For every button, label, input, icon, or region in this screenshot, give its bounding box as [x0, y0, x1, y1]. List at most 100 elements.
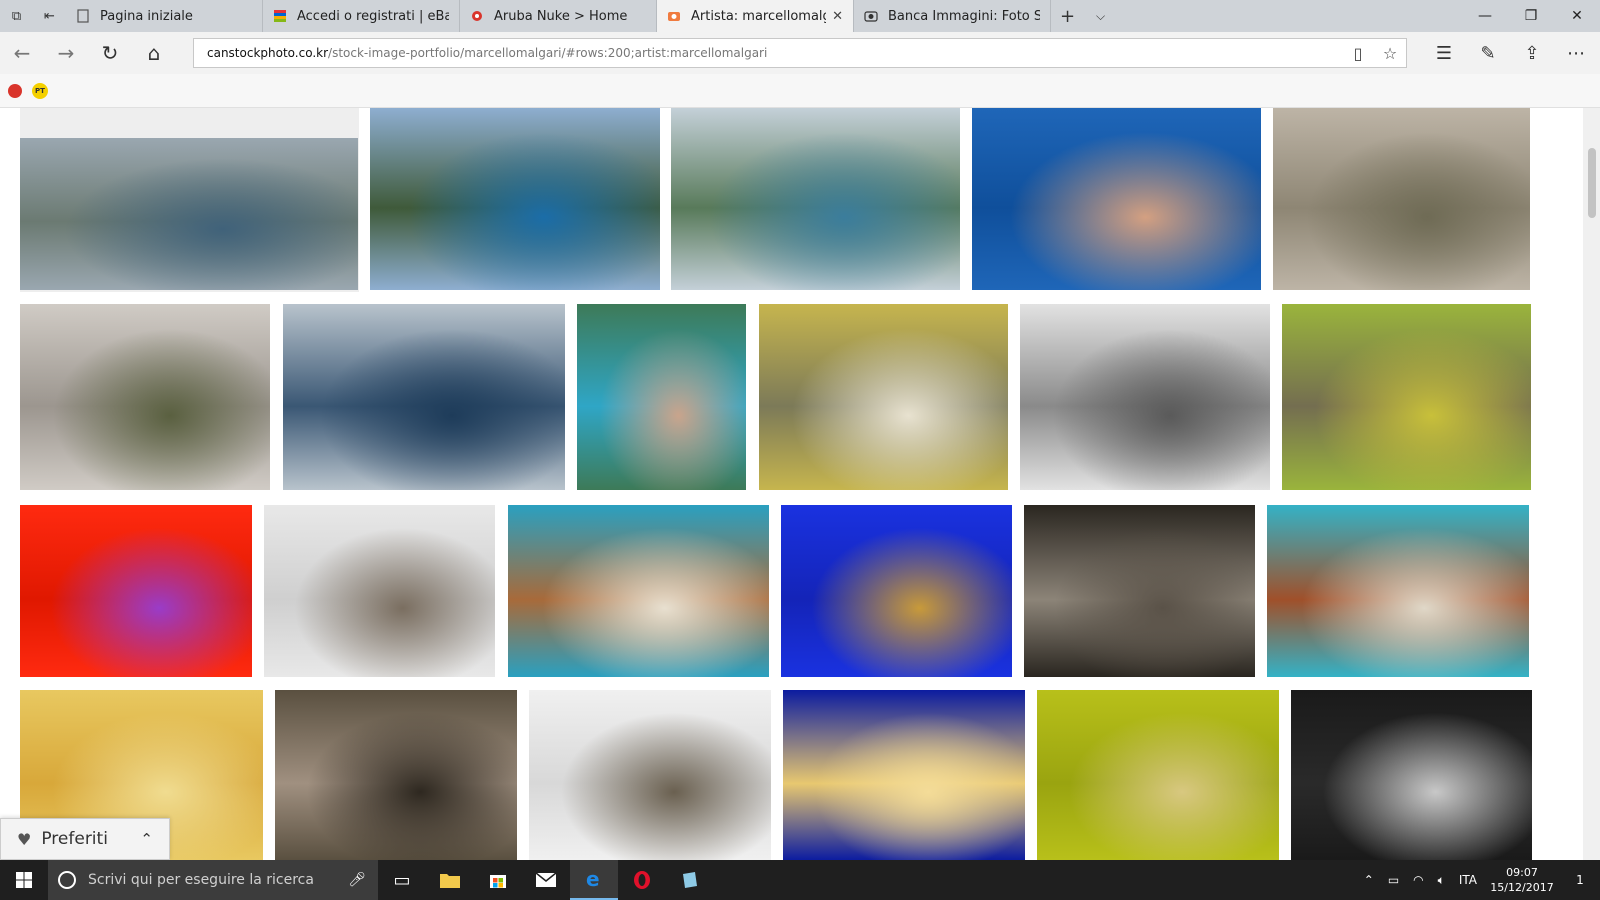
language-indicator[interactable]: ITA [1452, 873, 1484, 887]
tab-ebay[interactable]: Accedi o registrati | eBay [263, 0, 460, 32]
forward-icon[interactable]: → [44, 32, 88, 74]
tab-title: Aruba Nuke > Home [494, 8, 628, 24]
gallery-thumbnail-crackers-on-blue[interactable] [783, 690, 1025, 860]
thumbnail-image [759, 304, 1008, 490]
gallery-thumbnail-moth-on-wall[interactable] [264, 505, 495, 677]
gallery-thumbnail-shells-on-blue[interactable] [781, 505, 1012, 677]
gallery-thumbnail-cactus-spines[interactable] [1037, 690, 1279, 860]
notification-count: 1 [1576, 873, 1584, 887]
gallery-page [0, 108, 1600, 860]
favorites-hub-icon[interactable]: ☰ [1422, 43, 1466, 64]
gallery-thumbnail-beach-waves[interactable] [671, 108, 960, 290]
thumbnail-image [264, 505, 495, 677]
taskbar-search[interactable]: Scrivi qui per eseguire la ricerca 🎤︎ [48, 860, 378, 900]
set-aside-tabs-icon[interactable]: ⇤ [33, 0, 66, 32]
thumbnail-image [577, 304, 746, 490]
chevron-down-icon[interactable]: ⌵ [1084, 0, 1117, 32]
thumbnail-image [1024, 505, 1255, 677]
more-icon[interactable]: ⋯ [1554, 43, 1598, 64]
gallery-thumbnail-mushroom[interactable] [275, 690, 517, 860]
share-icon[interactable]: ⇪ [1510, 43, 1554, 64]
navigation-bar: ← → ↻ ⌂ canstockphoto.co.kr/stock-image-… [0, 32, 1600, 74]
microphone-icon[interactable]: 🎤︎ [348, 872, 366, 888]
gallery-thumbnail-usb-device[interactable] [1291, 690, 1532, 860]
gallery-thumbnail-moth-on-wall-2[interactable] [529, 690, 771, 860]
cortana-icon [58, 871, 76, 889]
preferiti-panel[interactable]: ♥ Preferiti ⌃ [0, 818, 170, 860]
store-icon[interactable] [474, 860, 522, 900]
tab-aruba[interactable]: Aruba Nuke > Home [460, 0, 657, 32]
edge-browser-icon[interactable]: e [570, 860, 618, 900]
volume-icon[interactable]: 🔈︎ [1431, 873, 1452, 888]
address-bar[interactable]: canstockphoto.co.kr/stock-image-portfoli… [193, 38, 1407, 68]
gallery-thumbnail-stone-wall[interactable] [1024, 505, 1255, 677]
reading-view-icon[interactable]: ▯ [1342, 44, 1374, 63]
back-icon[interactable]: ← [0, 32, 44, 74]
thumbnail-image [529, 690, 771, 860]
gallery-thumbnail-rocks-sailboat[interactable] [370, 108, 660, 290]
notification-icon[interactable]: 1 [1560, 860, 1600, 900]
windows-start-icon[interactable] [0, 860, 48, 900]
close-window-icon[interactable]: ✕ [1554, 0, 1600, 32]
minimize-icon[interactable]: — [1462, 0, 1508, 32]
gallery-thumbnail-grasshopper-tree[interactable] [759, 304, 1008, 490]
gallery-thumbnail-grasshopper-green[interactable] [1282, 304, 1531, 490]
tab-title: Pagina iniziale [100, 8, 193, 24]
file-explorer-icon[interactable] [426, 860, 474, 900]
tab-pagina-iniziale[interactable]: Pagina iniziale [66, 0, 263, 32]
gallery-thumbnail-boat-in-cove[interactable] [577, 304, 746, 490]
tab-banca-immagini[interactable]: Banca Immagini: Foto Stock [854, 0, 1051, 32]
gallery-thumbnail-hand-thermometer[interactable] [972, 108, 1261, 290]
scrollbar-thumb[interactable] [1588, 148, 1596, 218]
gallery-thumbnail-crab-on-granite[interactable] [20, 304, 270, 490]
star-icon[interactable]: ☆ [1374, 44, 1406, 63]
tab-overview-icon[interactable]: ⧉ [0, 0, 33, 32]
wifi-icon[interactable]: ◠ [1406, 873, 1430, 887]
gallery-thumbnail-two-sailboats[interactable] [283, 304, 565, 490]
thumbnail-image [275, 690, 517, 860]
home-icon[interactable]: ⌂ [132, 32, 176, 74]
preferiti-label: Preferiti [41, 829, 108, 849]
thumbnail-image [508, 505, 769, 677]
close-tab-icon[interactable]: ✕ [832, 9, 843, 24]
camera-icon [864, 11, 878, 22]
thumbnail-image [1291, 690, 1532, 860]
gallery-thumbnail-wooden-boat-deck[interactable] [508, 505, 769, 677]
chevron-up-tray-icon[interactable]: ⌃ [1357, 873, 1381, 887]
gallery-thumbnail-nail-clipper-red[interactable] [20, 505, 252, 677]
task-view-icon[interactable]: ▭ [378, 860, 426, 900]
new-tab-icon[interactable]: + [1051, 0, 1084, 32]
thumbnail-image [972, 108, 1261, 290]
gallery-thumbnail-sea-coast-landscape[interactable] [20, 138, 358, 290]
thumbnail-image [370, 108, 660, 290]
thumbnail-image [1282, 304, 1531, 490]
opera-icon[interactable] [618, 860, 666, 900]
thumbnail-image [1037, 690, 1279, 860]
battery-icon[interactable]: ▭ [1381, 873, 1406, 887]
thumbnail-image [283, 304, 565, 490]
chevron-up-icon[interactable]: ⌃ [140, 830, 153, 848]
clock[interactable]: 09:07 15/12/2017 [1484, 865, 1560, 895]
tab-title: Accedi o registrati | eBay [297, 8, 449, 24]
gallery-thumbnail-boat-bow-turquoise[interactable] [1267, 505, 1529, 677]
thumbnail-image [20, 138, 358, 290]
gallery-thumbnail-crab-on-rock[interactable] [1273, 108, 1530, 290]
restore-icon[interactable]: ❐ [1508, 0, 1554, 32]
thumbnail-image [781, 505, 1012, 677]
aruba-icon [472, 11, 482, 21]
tab-bar: ⧉ ⇤ Pagina iniziale Accedi o registrati … [0, 0, 1600, 32]
app-icon[interactable] [666, 860, 714, 900]
thumbnail-image [1020, 304, 1270, 490]
refresh-icon[interactable]: ↻ [88, 32, 132, 74]
thumbnail-image [20, 505, 252, 677]
page-icon [77, 9, 89, 23]
mail-icon[interactable] [522, 860, 570, 900]
scrollbar[interactable] [1583, 108, 1600, 860]
thumbnail-image [20, 304, 270, 490]
favorite-aruba-icon[interactable] [8, 83, 22, 98]
favorite-poste-icon[interactable]: PT [32, 82, 48, 99]
gallery-thumbnail-grasshopper-grey[interactable] [1020, 304, 1270, 490]
pen-icon[interactable]: ✎ [1466, 43, 1510, 64]
tab-artista[interactable]: Artista: marcellomalgari ✕ [657, 0, 854, 32]
camera-icon [668, 12, 680, 21]
